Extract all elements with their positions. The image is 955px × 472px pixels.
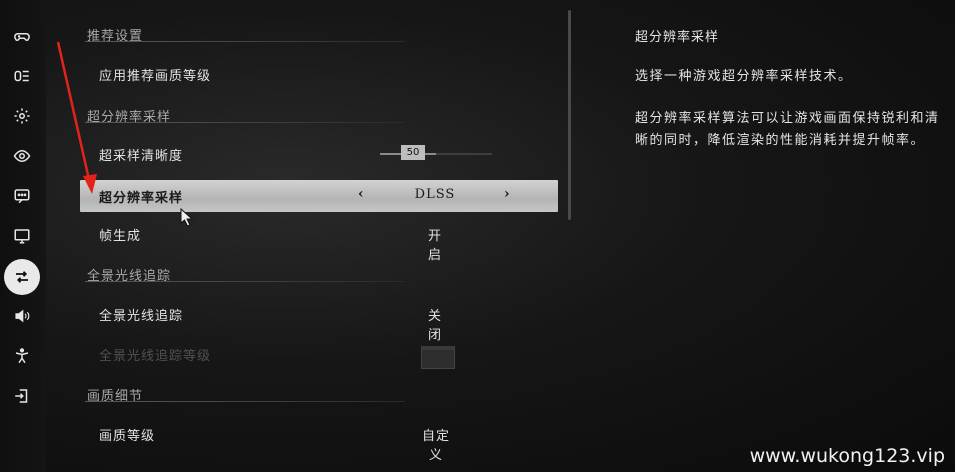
- ray-tracing-level-control: [421, 346, 455, 369]
- mouse-cursor-icon: [180, 208, 194, 227]
- chevron-left-icon[interactable]: ‹: [358, 186, 364, 202]
- sharpness-value: 50: [401, 145, 425, 160]
- sharpness-row[interactable]: 超采样清晰度 50: [80, 138, 558, 170]
- ray-tracing-label: 全景光线追踪: [99, 309, 184, 324]
- frame-generation-label: 帧生成: [99, 229, 142, 244]
- sharpness-slider[interactable]: [380, 153, 492, 155]
- detail-panel: 超分辨率采样 选择一种游戏超分辨率采样技术。 超分辨率采样算法可以让游戏画面保持…: [600, 0, 940, 472]
- super-resolution-sampling-row[interactable]: 超分辨率采样 ‹ DLSS ›: [80, 180, 558, 212]
- detail-title: 超分辨率采样: [635, 30, 720, 45]
- chevron-right-icon[interactable]: ›: [504, 186, 510, 202]
- ray-tracing-level-label: 全景光线追踪等级: [99, 349, 212, 364]
- quality-level-value: 自定义: [421, 429, 450, 463]
- apply-recommended-row[interactable]: 应用推荐画质等级: [80, 58, 558, 90]
- watermark: www.wukong123.vip: [749, 445, 945, 467]
- ray-tracing-row[interactable]: 全景光线追踪 关闭: [80, 298, 558, 343]
- detail-paragraph-1: 选择一种游戏超分辨率采样技术。: [635, 69, 853, 84]
- section-divider: [85, 401, 405, 402]
- frame-generation-value: 开启: [427, 229, 442, 263]
- section-divider: [85, 281, 405, 282]
- frame-generation-row[interactable]: 帧生成 开启: [80, 218, 558, 263]
- ray-tracing-level-row: 全景光线追踪等级: [80, 338, 558, 370]
- list-scrollbar[interactable]: [568, 10, 571, 220]
- quality-level-row[interactable]: 画质等级 自定义: [80, 418, 558, 463]
- annotation-arrow: [56, 41, 97, 194]
- settings-screen: 推荐设置 应用推荐画质等级 超分辨率采样 超采样清晰度 50 超分辨率采样 ‹ …: [0, 0, 955, 472]
- detail-paragraph-2: 超分辨率采样算法可以让游戏画面保持锐利和清晰的同时，降低渲染的性能消耗并提升帧率…: [635, 111, 940, 148]
- quality-level-label: 画质等级: [99, 429, 156, 444]
- super-resolution-sampling-value: DLSS: [414, 187, 456, 202]
